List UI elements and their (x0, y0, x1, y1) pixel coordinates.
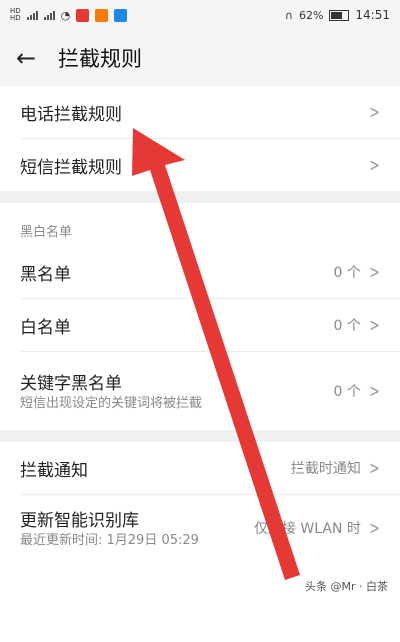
chevron-right-icon: > (369, 457, 380, 479)
battery-icon (329, 9, 350, 21)
signal-icon (26, 10, 38, 20)
network-type-icon: HD HD (10, 7, 21, 22)
item-label: 短信拦截规则 (20, 157, 122, 178)
item-label: 白名单 (20, 317, 71, 338)
whitelist-item[interactable]: 白名单 0 个 > (0, 299, 400, 351)
call-block-rules-item[interactable]: 电话拦截规则 > (0, 86, 400, 138)
update-library-item[interactable]: 更新智能识别库 最近更新时间: 1月29日 05:29 仅连接 WLAN 时 > (0, 495, 400, 561)
section-gap (0, 430, 400, 442)
chevron-right-icon: > (369, 154, 380, 176)
chevron-right-icon: > (369, 380, 380, 402)
keyword-blacklist-item[interactable]: 关键字黑名单 短信出现设定的关键词将被拦截 0 个 > (0, 352, 400, 430)
item-value: 仅连接 WLAN 时 (253, 521, 361, 537)
section-gap (0, 191, 400, 203)
item-value: 拦截时通知 (290, 461, 361, 477)
block-notification-item[interactable]: 拦截通知 拦截时通知 > (0, 442, 400, 494)
item-label: 关键字黑名单 (20, 374, 122, 395)
chevron-right-icon: > (369, 101, 380, 123)
item-value: 0 个 (333, 384, 361, 400)
item-label: 电话拦截规则 (20, 104, 122, 125)
wifi-icon: ◔ (60, 8, 71, 22)
chevron-right-icon: > (369, 517, 380, 539)
section-heading: 黑白名单 (0, 203, 400, 246)
status-bar: HD HD ◔ ∩ 62% 14:51 (0, 0, 400, 30)
watermark: 头条 @Mr · 白茶 (305, 580, 388, 593)
blackwhite-card: 黑白名单 黑名单 0 个 > 白名单 0 个 > 关键字黑名单 短信出现设定的关键词… (0, 203, 400, 430)
battery-percent: 62% (298, 8, 324, 22)
app-notification-icon (114, 8, 128, 22)
status-right: ∩ 62% 14:51 (285, 8, 390, 22)
page-title: 拦截规则 (58, 47, 142, 71)
headset-icon: ∩ (284, 8, 293, 22)
item-value: 0 个 (333, 318, 361, 334)
app-notification-icon (76, 8, 90, 22)
app-notification-icon (95, 8, 109, 22)
chevron-right-icon: > (369, 261, 380, 283)
status-left: HD HD ◔ (10, 7, 128, 22)
page-header: ← 拦截规则 (0, 30, 400, 86)
item-label: 更新智能识别库 (20, 511, 139, 532)
blacklist-item[interactable]: 黑名单 0 个 > (0, 246, 400, 298)
rules-card: 电话拦截规则 > 短信拦截规则 > (0, 86, 400, 191)
item-value: 0 个 (333, 265, 361, 281)
item-label: 拦截通知 (20, 460, 88, 481)
signal-icon-2 (43, 10, 55, 20)
item-subtitle: 短信出现设定的关键词将被拦截 (20, 396, 203, 412)
settings-card: 拦截通知 拦截时通知 > 更新智能识别库 最近更新时间: 1月29日 05:29 … (0, 442, 400, 642)
item-subtitle: 最近更新时间: 1月29日 05:29 (20, 533, 199, 549)
sms-block-rules-item[interactable]: 短信拦截规则 > (0, 139, 400, 191)
chevron-right-icon: > (369, 314, 380, 336)
clock: 14:51 (355, 8, 390, 22)
arrow-left-icon[interactable]: ← (16, 44, 44, 72)
item-label: 黑名单 (20, 264, 71, 285)
